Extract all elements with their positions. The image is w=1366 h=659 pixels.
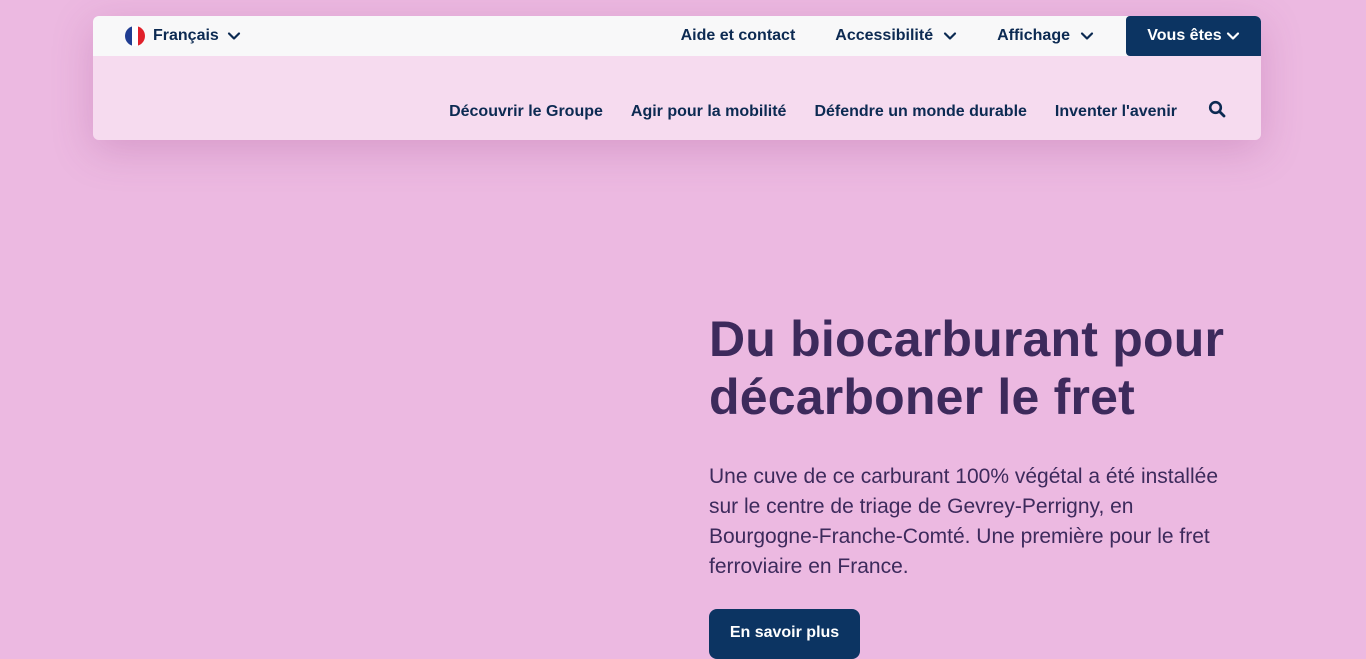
utility-nav: Aide et contact Accessibilité Affichage … bbox=[681, 16, 1261, 56]
utility-bar: Français Aide et contact Accessibilité A… bbox=[93, 16, 1261, 56]
language-selector[interactable]: Français bbox=[125, 16, 241, 56]
main-nav: Découvrir le Groupe Agir pour la mobilit… bbox=[449, 103, 1177, 121]
accessibility-label: Accessibilité bbox=[835, 27, 934, 44]
vous-etes-label: Vous êtes bbox=[1147, 27, 1222, 44]
learn-more-label: En savoir plus bbox=[729, 624, 840, 641]
nav-mobility[interactable]: Agir pour la mobilité bbox=[631, 103, 787, 121]
accessibility-menu[interactable]: Accessibilité bbox=[835, 27, 957, 45]
chevron-down-icon bbox=[943, 29, 957, 43]
learn-more-button[interactable]: En savoir plus bbox=[709, 609, 860, 659]
display-label: Affichage bbox=[997, 27, 1070, 44]
chevron-down-icon bbox=[1080, 29, 1094, 43]
nav-discover-group[interactable]: Découvrir le Groupe bbox=[449, 103, 603, 121]
hero-title: Du biocarburant pour décarboner le fret bbox=[709, 311, 1225, 425]
language-label: Français bbox=[153, 27, 219, 44]
nav-invent-future[interactable]: Inventer l'avenir bbox=[1055, 103, 1177, 121]
help-contact-label: Aide et contact bbox=[680, 27, 796, 44]
search-icon[interactable] bbox=[1208, 100, 1226, 118]
hero-section: Du biocarburant pour décarboner le fret … bbox=[709, 310, 1249, 582]
vous-etes-button[interactable]: Vous êtes bbox=[1126, 16, 1261, 56]
france-flag-icon bbox=[125, 26, 145, 46]
nav-sustainable-world[interactable]: Défendre un monde durable bbox=[814, 103, 1026, 121]
site-header: Français Aide et contact Accessibilité A… bbox=[93, 16, 1261, 140]
chevron-down-icon bbox=[1226, 29, 1240, 43]
help-contact-link[interactable]: Aide et contact bbox=[681, 27, 796, 45]
chevron-down-icon bbox=[227, 29, 241, 43]
main-nav-bar: Découvrir le Groupe Agir pour la mobilit… bbox=[93, 56, 1261, 140]
display-menu[interactable]: Affichage bbox=[997, 27, 1094, 45]
hero-description: Une cuve de ce carburant 100% végétal a … bbox=[709, 465, 1218, 578]
